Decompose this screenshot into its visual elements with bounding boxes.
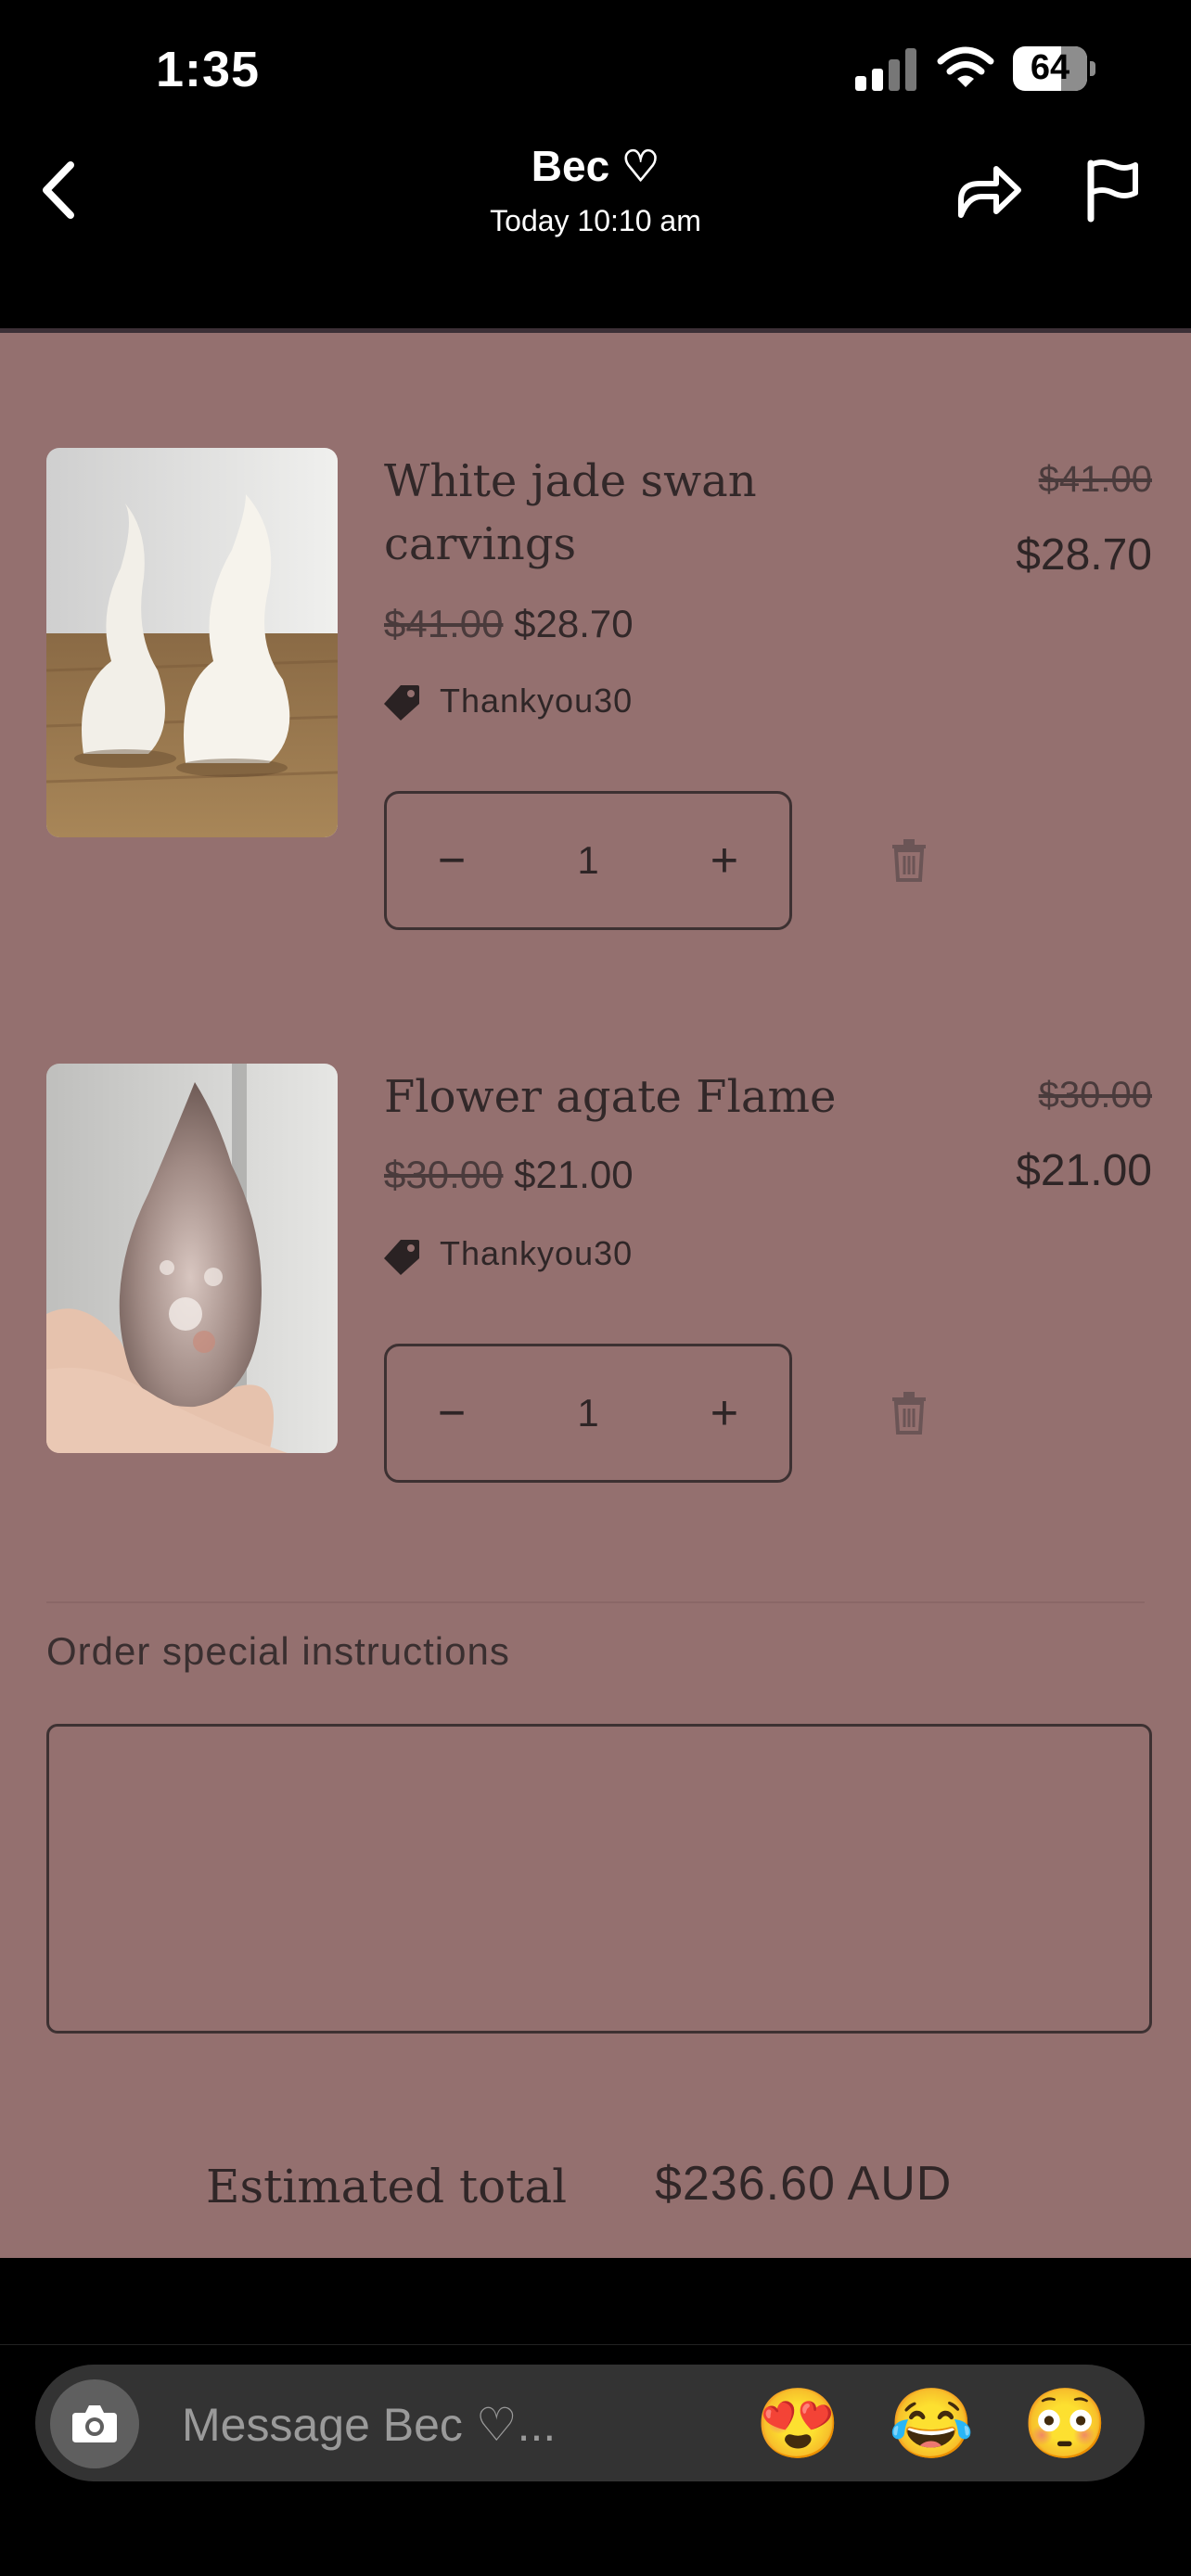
- divider: [46, 1601, 1145, 1603]
- discount-tag-icon: [384, 1240, 419, 1275]
- contact-name: Bec ♡: [531, 142, 660, 190]
- discount-tag-icon: [384, 685, 419, 721]
- conversation-header[interactable]: Bec ♡ Today 10:10 am: [317, 141, 874, 238]
- unit-price-swan: $41.00 $28.70: [384, 602, 634, 646]
- unit-price-agate: $30.00 $21.00: [384, 1153, 634, 1197]
- trash-icon[interactable]: [890, 839, 928, 882]
- original-unit-price: $41.00: [384, 602, 504, 645]
- message-input[interactable]: Message Bec ♡...: [182, 2398, 556, 2452]
- line-total-agate: $21.00: [1016, 1146, 1152, 1195]
- quantity-stepper-agate: − 1 +: [384, 1344, 792, 1483]
- increase-quantity-button[interactable]: +: [706, 1385, 743, 1441]
- original-unit-price: $30.00: [384, 1153, 504, 1196]
- battery-indicator: 64: [1013, 46, 1096, 91]
- discount-code-agate: Thankyou30: [440, 1234, 634, 1272]
- swan-carvings-thumbnail: [46, 448, 338, 837]
- quantity-stepper-swan: − 1 +: [384, 791, 792, 930]
- increase-quantity-button[interactable]: +: [706, 833, 743, 888]
- instructions-textarea[interactable]: [46, 1724, 1152, 2034]
- reaction-heart-eyes[interactable]: 😍: [755, 2385, 840, 2463]
- cellular-signal-icon: [855, 48, 916, 91]
- report-flag-icon[interactable]: [1083, 158, 1143, 223]
- discount-code-swan: Thankyou30: [440, 682, 634, 720]
- line-original-price-swan: $41.00: [1038, 459, 1152, 500]
- product-name-swan[interactable]: White jade swan carvings: [384, 450, 757, 576]
- wifi-icon: [937, 46, 994, 87]
- shopping-cart-screenshot: White jade swan carvings $41.00 $28.70 T…: [0, 328, 1191, 2258]
- share-icon[interactable]: [955, 159, 1024, 221]
- sale-unit-price: $28.70: [514, 602, 634, 645]
- sale-unit-price: $21.00: [514, 1153, 634, 1196]
- line-original-price-agate: $30.00: [1038, 1075, 1152, 1116]
- quantity-value[interactable]: 1: [577, 1391, 598, 1435]
- decrease-quantity-button[interactable]: −: [433, 1385, 470, 1441]
- reaction-tears-of-joy[interactable]: 😂: [889, 2385, 974, 2463]
- instructions-label: Order special instructions: [46, 1629, 510, 1673]
- camera-button[interactable]: [50, 2379, 139, 2468]
- product-name-agate[interactable]: Flower agate Flame: [384, 1065, 836, 1129]
- reaction-flushed[interactable]: 😳: [1022, 2385, 1108, 2463]
- flower-agate-thumbnail: [46, 1064, 338, 1453]
- camera-icon: [72, 2405, 117, 2442]
- estimated-total-label: Estimated total: [206, 2160, 568, 2213]
- status-time: 1:35: [156, 42, 261, 97]
- message-timestamp: Today 10:10 am: [490, 204, 701, 237]
- quantity-value[interactable]: 1: [577, 838, 598, 883]
- trash-icon[interactable]: [890, 1392, 928, 1435]
- line-total-swan: $28.70: [1016, 530, 1152, 580]
- battery-level: 64: [1030, 48, 1070, 87]
- back-chevron-icon[interactable]: [37, 158, 83, 223]
- estimated-total-value: $236.60 AUD: [655, 2157, 953, 2211]
- divider: [0, 2344, 1191, 2345]
- decrease-quantity-button[interactable]: −: [433, 833, 470, 888]
